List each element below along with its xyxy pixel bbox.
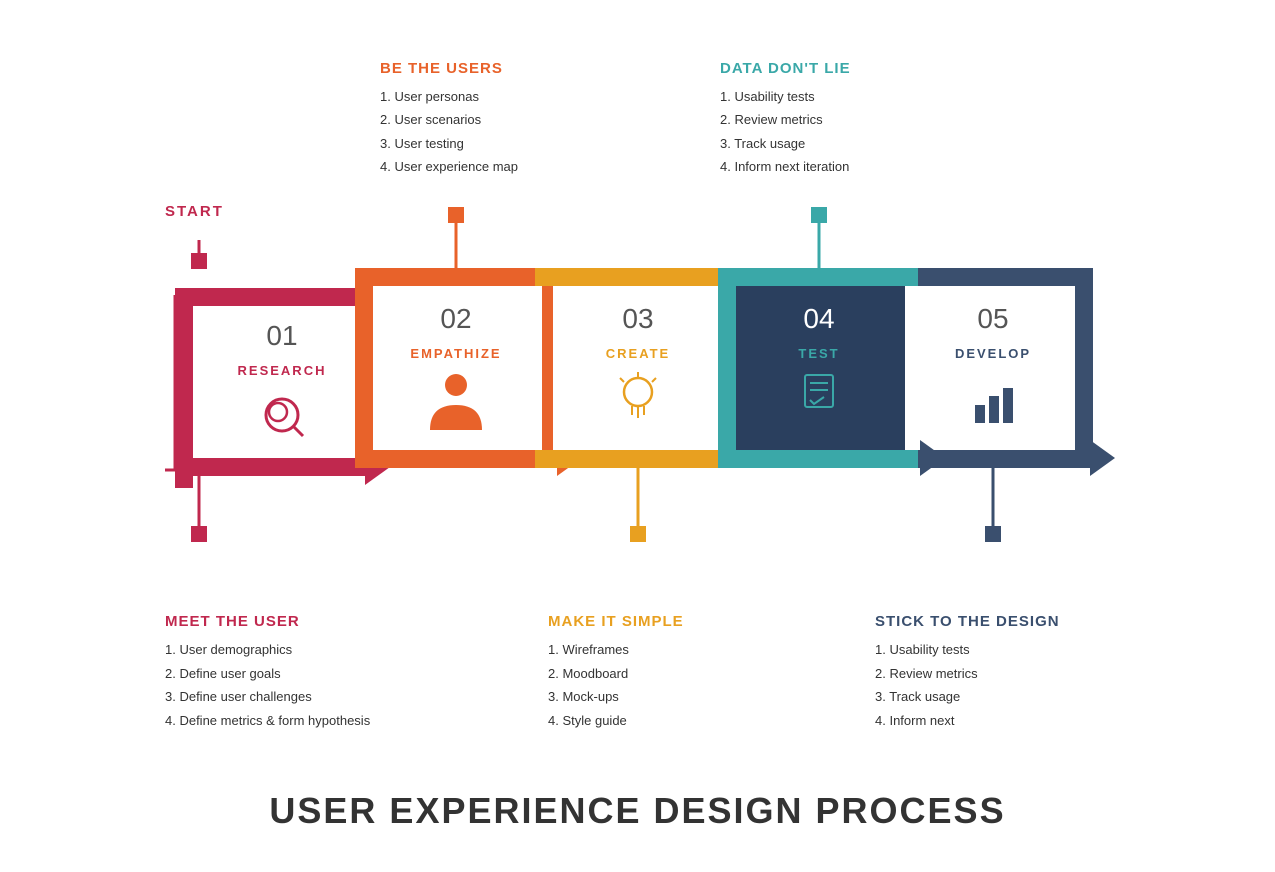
svg-text:DEVELOP: DEVELOP — [955, 346, 1031, 361]
svg-text:04: 04 — [803, 303, 834, 334]
svg-text:01: 01 — [266, 320, 297, 351]
svg-text:03: 03 — [622, 303, 653, 334]
svg-text:CREATE: CREATE — [606, 346, 670, 361]
svg-text:EMPATHIZE: EMPATHIZE — [410, 346, 501, 361]
svg-text:02: 02 — [440, 303, 471, 334]
diagram-svg: 01 RESEARCH 02 EMPATHIZE 03 CREATE — [0, 0, 1275, 872]
svg-text:RESEARCH: RESEARCH — [238, 363, 327, 378]
svg-text:05: 05 — [977, 303, 1008, 334]
svg-text:TEST: TEST — [798, 346, 839, 361]
